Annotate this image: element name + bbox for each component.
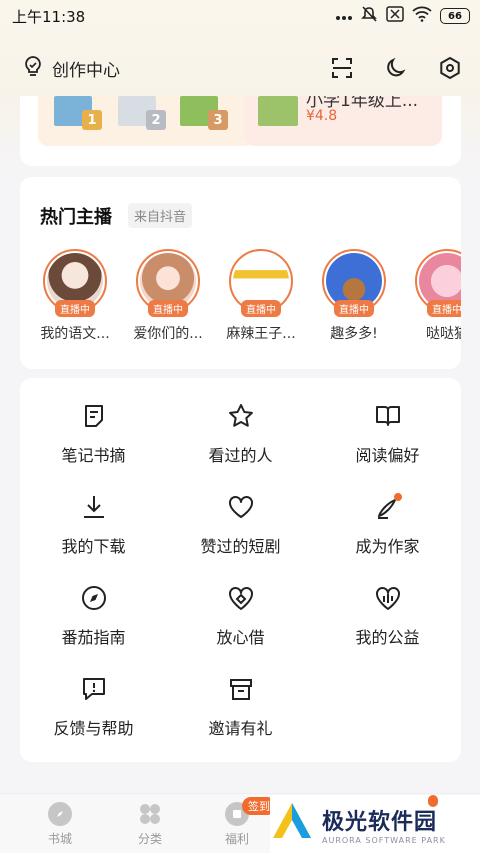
streamer-list[interactable]: 直播中 我的语文... 直播中 爱你们的... 直播中 麻辣王子... 直播中 … [20,249,461,359]
aurora-logo-icon [270,800,314,848]
promo-card: 1 2 3 小学1年级上... ¥4.8 [20,96,461,166]
menu-charity[interactable]: 我的公益 [314,576,461,656]
rank-badge: 2 [146,110,166,130]
creator-center-link[interactable]: 创作中心 [22,55,120,82]
live-badge: 直播中 [55,300,95,317]
scan-icon[interactable] [330,56,354,80]
menu-label: 番茄指南 [61,628,126,647]
wifi-icon [412,6,432,26]
battery-indicator: 66 [440,8,470,24]
compass-tab-icon [48,802,72,826]
sim-icon [386,6,404,26]
tab-notification-badge [428,795,438,807]
menu-label: 我的公益 [355,628,420,647]
menu-label: 赞过的短剧 [200,537,281,556]
pen-icon [372,491,404,523]
avatar: 直播中 [415,249,461,317]
live-badge: 直播中 [334,300,374,317]
menu-label: 邀请有礼 [208,719,273,738]
tab-label: 分类 [137,832,162,846]
header-actions [330,56,462,80]
menu-guide[interactable]: 番茄指南 [20,576,167,656]
tab-welfare[interactable]: 签到 福利 [192,797,282,847]
settings-icon[interactable] [438,56,462,80]
heart-icon [225,491,257,523]
tab-bookstore[interactable]: 书城 [15,800,105,847]
night-mode-icon[interactable] [384,56,408,80]
menu-liked-dramas[interactable]: 赞过的短剧 [167,485,314,565]
charity-icon [372,582,404,614]
star-icon [225,400,257,432]
notification-dot [393,493,402,501]
status-time: 上午11:38 [12,7,86,26]
feedback-icon [78,673,110,705]
rank-badge: 3 [208,110,228,130]
live-badge: 直播中 [148,300,188,317]
streamer-name: 爱你们的... [133,326,203,342]
mute-icon [360,5,378,27]
status-bar: 上午11:38 66 [0,0,480,32]
avatar: 直播中 [322,249,386,317]
book-icon [372,400,404,432]
menu-downloads[interactable]: 我的下载 [20,485,167,565]
menu-invite[interactable]: 邀请有礼 [167,667,314,747]
menu-feedback[interactable]: 反馈与帮助 [20,667,167,747]
bestseller-panel[interactable]: 1 2 3 [38,96,254,146]
avatar: 直播中 [136,249,200,317]
gift-icon [225,673,257,705]
watermark-subtitle: AURORA SOFTWARE PARK [322,835,446,845]
feature-menu-card: 笔记书摘 看过的人 阅读偏好 我的下载 赞过的短剧 成为作家 番茄指南 放心借 … [20,378,461,762]
deal-panel[interactable]: 小学1年级上... ¥4.8 [244,96,442,146]
menu-notes[interactable]: 笔记书摘 [20,394,167,474]
streamer-item[interactable]: 直播中 麻辣王子... [216,249,306,343]
more-dots-icon [336,7,352,25]
live-badge: 直播中 [241,300,281,317]
avatar: 直播中 [43,249,107,317]
deal-price: ¥4.8 [306,108,338,124]
streamer-name: 哒哒猫 [426,326,461,342]
tab-label: 福利 [224,832,249,846]
menu-label: 反馈与帮助 [53,719,134,738]
streamer-item[interactable]: 直播中 爱你们的... [123,249,213,343]
menu-reading-preference[interactable]: 阅读偏好 [314,394,461,474]
status-icons: 66 [336,5,470,27]
watermark-logo: 极光软件园 AURORA SOFTWARE PARK [270,795,480,853]
profile-header: 创作中心 [0,44,480,92]
streamer-name: 麻辣王子... [226,326,296,342]
lightbulb-icon [22,55,44,82]
avatar: 直播中 [229,249,293,317]
menu-label: 看过的人 [208,446,273,465]
book-cover [258,96,298,126]
streamer-name: 我的语文... [40,326,110,342]
category-tab-icon [138,802,162,826]
streamer-name: 趣多多! [330,326,378,342]
hot-streamers-card: 热门主播 来自抖音 直播中 我的语文... 直播中 爱你们的... 直播中 麻辣… [20,177,461,369]
live-badge: 直播中 [427,300,461,317]
source-tag: 来自抖音 [128,203,193,228]
menu-label: 阅读偏好 [355,446,420,465]
download-icon [78,491,110,523]
menu-viewers[interactable]: 看过的人 [167,394,314,474]
streamer-item[interactable]: 直播中 我的语文... [30,249,120,343]
streamer-item[interactable]: 直播中 趣多多! [309,249,399,343]
loan-icon [225,582,257,614]
menu-label: 放心借 [216,628,265,647]
compass-icon [78,582,110,614]
tab-category[interactable]: 分类 [105,800,195,847]
creator-center-label: 创作中心 [52,60,120,81]
menu-loan[interactable]: 放心借 [167,576,314,656]
menu-become-writer[interactable]: 成为作家 [314,485,461,565]
menu-label: 成为作家 [355,537,420,556]
section-title: 热门主播 [40,207,112,228]
menu-label: 我的下载 [61,537,126,556]
watermark-title: 极光软件园 [322,809,438,835]
menu-label: 笔记书摘 [61,446,126,465]
rank-badge: 1 [82,110,102,130]
streamer-item[interactable]: 直播中 哒哒猫 [402,249,461,343]
note-icon [78,400,110,432]
tab-label: 书城 [47,832,72,846]
